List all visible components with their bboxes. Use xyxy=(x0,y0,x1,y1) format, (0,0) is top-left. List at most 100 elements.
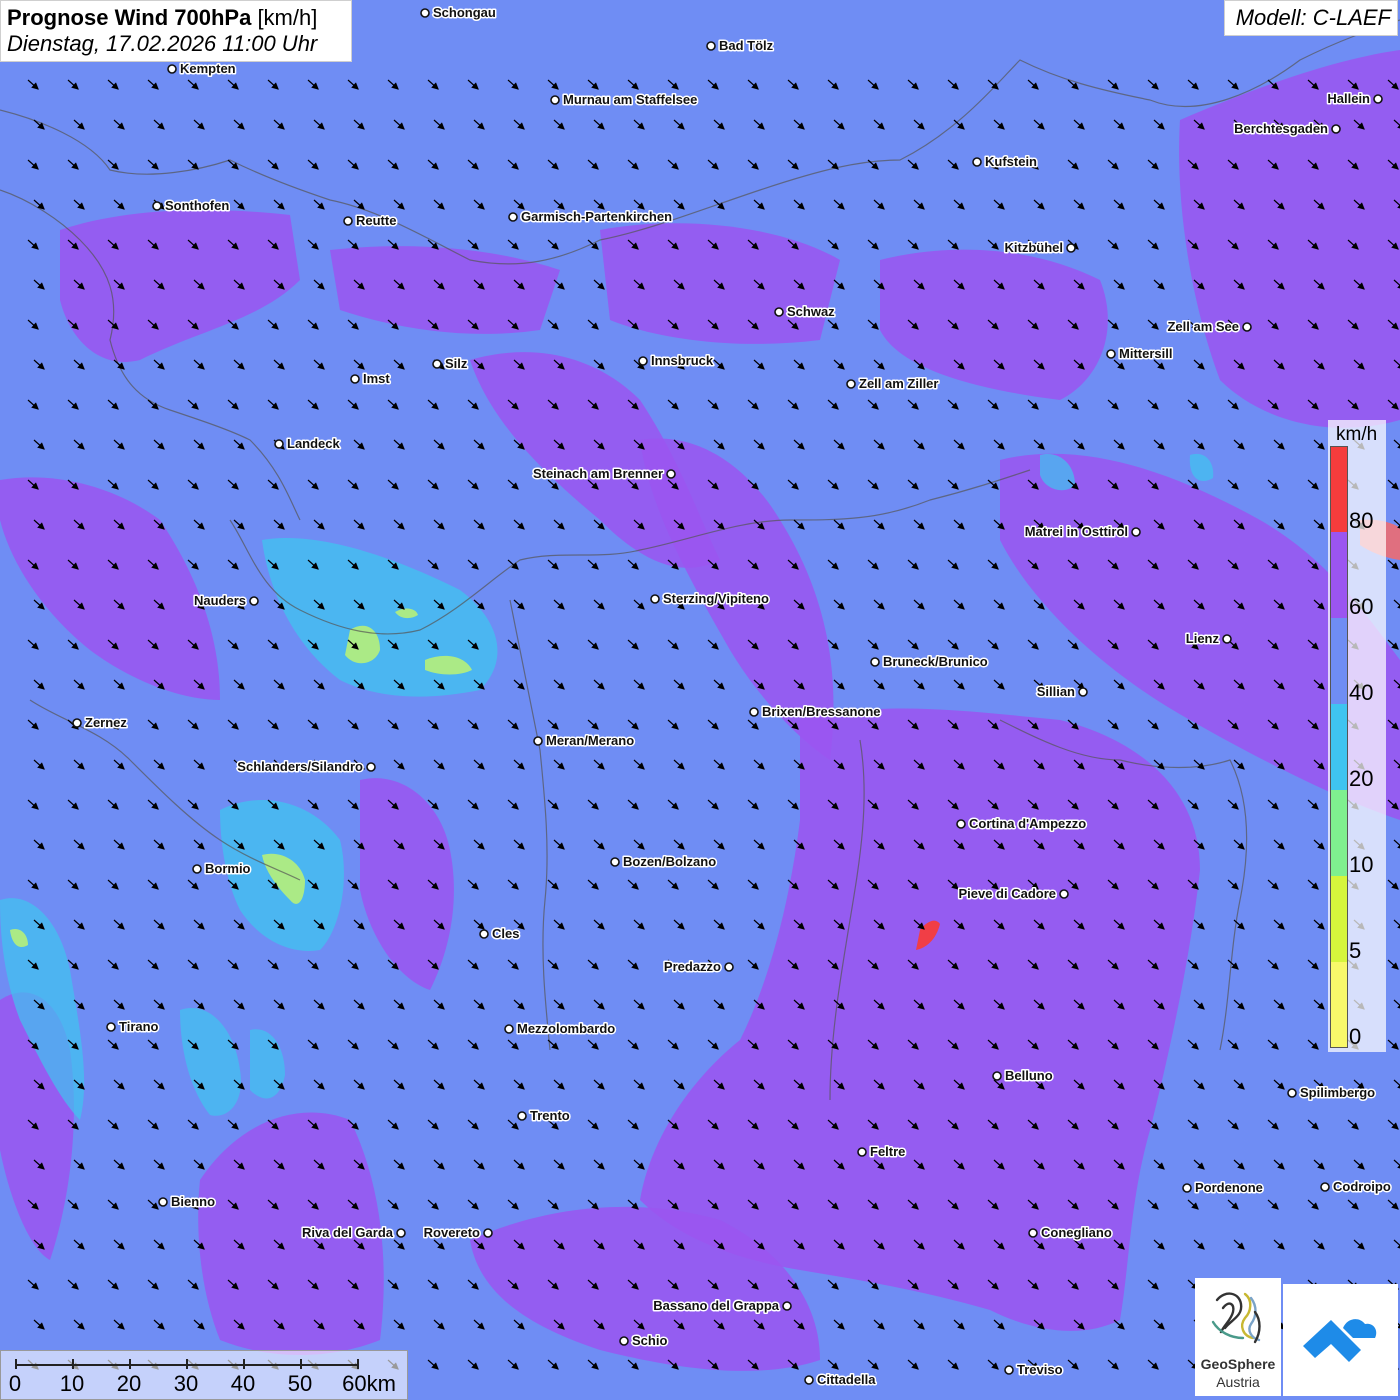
scale-tick-mark xyxy=(15,1359,17,1369)
city-label: Feltre xyxy=(870,1144,905,1159)
city-label: Steinach am Brenner xyxy=(533,466,663,481)
city-label: Sonthofen xyxy=(165,198,229,213)
city-dot xyxy=(638,356,648,366)
city-marker: Bassano del Grappa xyxy=(652,1297,792,1315)
city-label: Imst xyxy=(363,371,390,386)
geosphere-logo[interactable]: GeoSphere Austria xyxy=(1195,1278,1281,1396)
scale-label: 40 xyxy=(230,1371,256,1396)
city-label: Lienz xyxy=(1186,631,1220,646)
city-dot xyxy=(1182,1183,1192,1193)
city-label: Zell am Ziller xyxy=(859,376,938,391)
city-marker: Murnau am Staffelsee xyxy=(550,91,699,109)
city-dot xyxy=(343,216,353,226)
city-label: Silz xyxy=(445,356,468,371)
city-marker: Riva del Garda xyxy=(300,1224,406,1242)
legend-tick: 60 xyxy=(1349,594,1374,619)
city-label: Berchtesgaden xyxy=(1234,121,1328,136)
city-marker: Cortina d'Ampezzo xyxy=(956,815,1088,833)
city-label: Codroipo xyxy=(1333,1179,1391,1194)
weather-map: Schongau Bad Tölz Kempten Murnau am Staffel… xyxy=(0,0,1400,1400)
city-label: Innsbruck xyxy=(651,353,714,368)
city-marker: Schongau xyxy=(420,4,497,22)
city-dot xyxy=(479,929,489,939)
city-label: Mezzolombardo xyxy=(517,1021,615,1036)
city-label: Sterzing/Vipiteno xyxy=(663,591,769,606)
title-box: Prognose Wind 700hPa [km/h] Dienstag, 17… xyxy=(0,0,352,62)
city-marker: Meran/Merano xyxy=(533,732,636,750)
city-label: Schlanders/Silandro xyxy=(237,759,363,774)
city-marker: Sonthofen xyxy=(152,197,231,215)
city-label: Kufstein xyxy=(985,154,1037,169)
scale-tick-mark xyxy=(357,1359,359,1369)
legend-tick: 10 xyxy=(1349,852,1374,877)
city-dot xyxy=(192,864,202,874)
city-dot xyxy=(650,594,660,604)
city-dot xyxy=(972,157,982,167)
city-dot xyxy=(504,1024,514,1034)
app-logo[interactable] xyxy=(1283,1284,1398,1396)
city-marker: Sterzing/Vipiteno xyxy=(650,590,770,608)
map-title-unit: [km/h] xyxy=(257,5,318,30)
city-dot xyxy=(1222,634,1232,644)
city-dot xyxy=(158,1197,168,1207)
city-label: Rovereto xyxy=(424,1225,480,1240)
city-label: Riva del Garda xyxy=(302,1225,394,1240)
city-marker: Garmisch-Partenkirchen xyxy=(508,208,674,226)
city-dot xyxy=(666,469,676,479)
scale-tick-mark xyxy=(186,1359,188,1369)
cloud-arrow-icon xyxy=(1303,1319,1377,1362)
city-label: Pieve di Cadore xyxy=(958,886,1056,901)
city-marker: Bruneck/Brunico xyxy=(870,653,989,671)
city-dot xyxy=(782,1301,792,1311)
legend-tick: 0 xyxy=(1349,1024,1362,1049)
geosphere-name: GeoSphere xyxy=(1200,1356,1276,1372)
scale-bar: 0 10 20 30 40 50 60km xyxy=(0,1350,408,1400)
legend-swatch-40-60 xyxy=(1330,618,1348,704)
city-marker: Matrei in Osttirol xyxy=(1023,523,1141,541)
city-dot xyxy=(1028,1228,1038,1238)
city-dot xyxy=(870,657,880,667)
city-label: Cortina d'Ampezzo xyxy=(969,816,1086,831)
city-dot xyxy=(1059,889,1069,899)
city-label: Brixen/Bressanone xyxy=(762,704,881,719)
city-label: Trento xyxy=(530,1108,570,1123)
city-label: Kitzbühel xyxy=(1005,240,1064,255)
legend-swatch-60-80 xyxy=(1330,532,1348,618)
city-dot xyxy=(992,1071,1002,1081)
city-dot xyxy=(804,1375,814,1385)
map-canvas: Schongau Bad Tölz Kempten Murnau am Staffel… xyxy=(0,0,1400,1400)
city-label: Bruneck/Brunico xyxy=(883,654,988,669)
city-marker: Innsbruck xyxy=(638,352,715,370)
city-label: Predazzo xyxy=(664,959,721,974)
legend-unit: km/h xyxy=(1336,424,1378,445)
city-dot xyxy=(533,736,543,746)
city-label: Sillian xyxy=(1037,684,1075,699)
city-label: Conegliano xyxy=(1041,1225,1112,1240)
city-label: Spilimbergo xyxy=(1300,1085,1375,1100)
city-label: Kempten xyxy=(180,61,236,76)
city-dot xyxy=(1373,94,1383,104)
city-dot xyxy=(483,1228,493,1238)
city-label: Murnau am Staffelsee xyxy=(563,92,697,107)
legend-swatch-80-plus xyxy=(1330,446,1348,532)
city-dot xyxy=(1131,527,1141,537)
city-dot xyxy=(508,212,518,222)
city-label: Belluno xyxy=(1005,1068,1053,1083)
city-dot xyxy=(396,1228,406,1238)
city-marker: Berchtesgaden xyxy=(1233,120,1341,138)
city-label: Landeck xyxy=(287,436,341,451)
city-marker: Schlanders/Silandro xyxy=(236,758,376,776)
city-dot xyxy=(774,307,784,317)
scale-label: 30 xyxy=(173,1371,199,1396)
city-label: Cles xyxy=(492,926,519,941)
city-label: Cittadella xyxy=(817,1372,876,1387)
city-marker: Zell am See xyxy=(1166,318,1252,336)
city-label: Schwaz xyxy=(787,304,835,319)
legend-tick: 5 xyxy=(1349,938,1362,963)
city-dot xyxy=(432,359,442,369)
geosphere-icon xyxy=(1211,1292,1261,1344)
city-label: Garmisch-Partenkirchen xyxy=(521,209,672,224)
map-title-line: Prognose Wind 700hPa [km/h] xyxy=(7,5,345,31)
city-dot xyxy=(152,201,162,211)
city-label: Schongau xyxy=(433,5,496,20)
